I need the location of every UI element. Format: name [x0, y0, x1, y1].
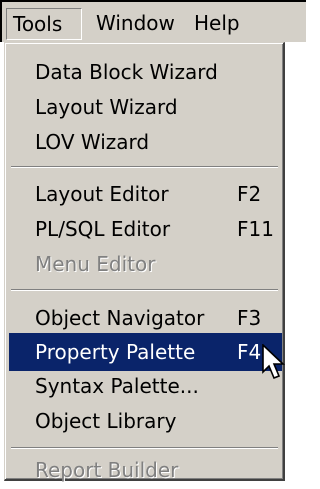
- menu-item-property-palette[interactable]: Property Palette F4: [9, 333, 282, 371]
- menu-item-label: PL/SQL Editor: [35, 217, 171, 241]
- menu-help[interactable]: Help: [188, 8, 246, 40]
- menu-item-label: LOV Wizard: [35, 130, 150, 154]
- menu-item-label: Syntax Palette...: [35, 374, 199, 398]
- menu-item-label: Menu Editor: [35, 252, 156, 276]
- menu-item-menu-editor: Menu Editor: [9, 245, 282, 283]
- menu-item-object-navigator[interactable]: Object Navigator F3: [9, 299, 282, 337]
- application-window: Tools Window Help Data Block Wizard Layo…: [0, 0, 306, 485]
- arrow-cursor-icon: [262, 344, 286, 380]
- tools-dropdown-menu: Data Block Wizard Layout Wizard LOV Wiza…: [4, 42, 285, 482]
- menu-separator: [11, 289, 278, 291]
- menu-item-shortcut: F3: [237, 306, 262, 330]
- menu-item-shortcut: F4: [237, 340, 262, 364]
- menu-item-label: Layout Wizard: [35, 95, 178, 119]
- menu-window[interactable]: Window: [90, 8, 181, 40]
- menu-bar: Tools Window Help: [0, 0, 306, 42]
- menu-item-shortcut: F11: [237, 217, 274, 241]
- menu-item-label: Data Block Wizard: [35, 60, 218, 84]
- menu-item-label: Layout Editor: [35, 182, 169, 206]
- menu-item-object-library[interactable]: Object Library: [9, 402, 282, 440]
- menu-tools[interactable]: Tools: [6, 8, 82, 40]
- menu-item-plsql-editor[interactable]: PL/SQL Editor F11: [9, 210, 282, 248]
- menu-separator: [11, 447, 278, 449]
- menu-item-layout-editor[interactable]: Layout Editor F2: [9, 175, 282, 213]
- menu-separator: [11, 166, 278, 168]
- menu-item-data-block-wizard[interactable]: Data Block Wizard: [9, 53, 282, 91]
- menu-item-syntax-palette[interactable]: Syntax Palette...: [9, 367, 282, 405]
- menu-item-layout-wizard[interactable]: Layout Wizard: [9, 88, 282, 126]
- menu-item-label: Report Builder: [35, 458, 179, 482]
- menu-item-label: Property Palette: [35, 340, 196, 364]
- menu-item-label: Object Navigator: [35, 306, 205, 330]
- menu-item-label: Object Library: [35, 409, 177, 433]
- menu-item-report-builder: Report Builder: [9, 451, 282, 489]
- menu-item-lov-wizard[interactable]: LOV Wizard: [9, 123, 282, 161]
- menu-item-shortcut: F2: [237, 182, 262, 206]
